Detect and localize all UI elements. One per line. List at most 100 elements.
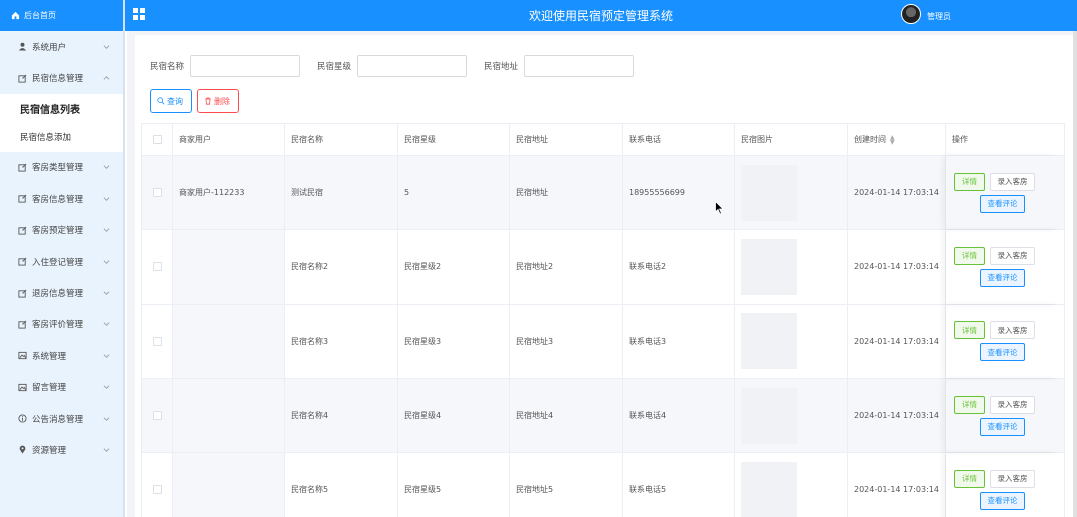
info-icon <box>17 414 27 424</box>
detail-button[interactable]: 详情 <box>954 172 985 191</box>
row-checkbox[interactable] <box>152 485 162 495</box>
search-icon <box>157 97 165 105</box>
cell-name: 测试民宿 <box>285 156 398 230</box>
edit-icon <box>17 319 27 329</box>
sidebar-item-checkin[interactable]: 入住登记管理 <box>0 246 123 277</box>
enter-room-button[interactable]: 录入客房 <box>990 172 1035 191</box>
view-reviews-button[interactable]: 查看评论 <box>980 343 1025 362</box>
location-icon <box>17 445 27 455</box>
table-row: 民宿名称5 民宿星级5 民宿地址5 联系电话5 2024-01-14 17:03… <box>141 453 1065 517</box>
sidebar-subitem-label: 民宿信息添加 <box>20 133 72 144</box>
select-all-cell <box>142 124 173 155</box>
detail-button[interactable]: 详情 <box>954 469 985 488</box>
sort-icon[interactable]: ▲ ▼ <box>890 134 895 145</box>
edit-icon <box>17 257 27 267</box>
search-input-star[interactable] <box>357 55 468 77</box>
edit-icon <box>17 225 27 235</box>
view-reviews-button[interactable]: 查看评论 <box>980 268 1025 287</box>
sidebar-item-system-users[interactable]: 系统用户 <box>0 31 123 62</box>
image-icon <box>17 351 27 361</box>
sidebar-item-system[interactable]: 系统管理 <box>0 340 123 371</box>
sidebar: 后台首页 系统用户 民宿信息管理 民宿信息列表 民宿信息添加 客房类型管理 客房… <box>0 0 125 517</box>
cell-created: 2024-01-14 17:03:14 <box>848 453 946 517</box>
sidebar-item-label: 客房评价管理 <box>32 320 84 331</box>
chevron-down-icon <box>103 291 110 295</box>
detail-button[interactable]: 详情 <box>954 321 985 340</box>
select-all-checkbox[interactable] <box>152 135 162 144</box>
main-content: 民宿名称 民宿星级 民宿地址 查询 删除 商家用户 民宿名称 民宿星级 民宿地址… <box>127 31 1077 517</box>
sidebar-item-messages[interactable]: 留言管理 <box>0 372 123 403</box>
username-label[interactable]: 管理员 <box>927 11 951 22</box>
cell-picture <box>735 304 848 378</box>
cell-merchant <box>173 230 285 304</box>
sidebar-item-announcements[interactable]: 公告消息管理 <box>0 403 123 434</box>
row-checkbox[interactable] <box>152 262 162 272</box>
table-row: 民宿名称4 民宿星级4 民宿地址4 联系电话4 2024-01-14 17:03… <box>141 378 1065 454</box>
view-reviews-button[interactable]: 查看评论 <box>980 491 1025 510</box>
cell-name: 民宿名称5 <box>285 453 398 517</box>
cell-star: 民宿星级4 <box>398 378 510 453</box>
homestay-image <box>741 461 797 517</box>
chevron-down-icon <box>103 45 110 49</box>
edit-icon <box>17 73 27 83</box>
query-button[interactable]: 查询 <box>150 89 192 113</box>
sidebar-item-room-info[interactable]: 客房信息管理 <box>0 183 123 214</box>
cell-address: 民宿地址 <box>510 156 623 230</box>
avatar[interactable] <box>901 4 921 24</box>
column-header: 商家用户 <box>173 124 285 155</box>
sidebar-item-homestay-info[interactable]: 民宿信息管理 <box>0 62 123 93</box>
cell-phone: 联系电话3 <box>623 304 735 378</box>
row-checkbox[interactable] <box>152 411 162 421</box>
sidebar-home-label: 后台首页 <box>24 11 56 20</box>
search-bar: 民宿名称 民宿星级 民宿地址 <box>150 55 651 77</box>
homestay-table: 商家用户 民宿名称 民宿星级 民宿地址 联系电话 民宿图片 创建时间 ▲ ▼ 操作… <box>141 123 1065 517</box>
detail-button[interactable]: 详情 <box>954 395 985 414</box>
search-input-address[interactable] <box>524 55 635 77</box>
search-label-address: 民宿地址 <box>484 62 519 72</box>
sidebar-item-room-type[interactable]: 客房类型管理 <box>0 152 123 183</box>
chevron-down-icon <box>103 228 110 233</box>
row-checkbox[interactable] <box>152 336 162 346</box>
search-input-name[interactable] <box>190 55 301 77</box>
sidebar-item-label: 资源管理 <box>32 445 67 456</box>
cell-created: 2024-01-14 17:03:14 <box>848 230 946 304</box>
cell-merchant: 商家用户-112233 <box>173 156 285 230</box>
mouse-cursor-icon <box>715 201 724 215</box>
detail-button[interactable]: 详情 <box>954 246 985 265</box>
image-icon <box>17 382 27 392</box>
row-checkbox[interactable] <box>152 188 162 198</box>
cell-merchant <box>173 378 285 453</box>
column-header: 联系电话 <box>623 124 735 155</box>
enter-room-button[interactable]: 录入客房 <box>990 395 1035 414</box>
sidebar-subitem-homestay-list[interactable]: 民宿信息列表 <box>0 93 123 123</box>
sidebar-item-room-booking[interactable]: 客房预定管理 <box>0 215 123 246</box>
cell-picture <box>735 230 848 304</box>
view-reviews-button[interactable]: 查看评论 <box>980 417 1025 436</box>
cell-merchant <box>173 304 285 378</box>
sidebar-subitem-homestay-add[interactable]: 民宿信息添加 <box>0 122 123 152</box>
chevron-up-icon <box>103 76 110 80</box>
edit-icon <box>17 194 27 204</box>
cell-star: 民宿星级3 <box>398 304 510 378</box>
enter-room-button[interactable]: 录入客房 <box>990 246 1035 265</box>
enter-room-button[interactable]: 录入客房 <box>990 321 1035 340</box>
view-reviews-button[interactable]: 查看评论 <box>980 194 1025 213</box>
sidebar-item-checkout[interactable]: 退房信息管理 <box>0 277 123 308</box>
sidebar-home-link[interactable]: 后台首页 <box>0 0 123 31</box>
sidebar-item-resources[interactable]: 资源管理 <box>0 434 123 465</box>
row-select-cell <box>142 304 173 378</box>
cell-actions: 详情 录入客房 查看评论 <box>946 453 1058 517</box>
enter-room-button[interactable]: 录入客房 <box>990 469 1035 488</box>
top-header: 欢迎使用民宿预定管理系统 管理员 <box>125 0 1077 31</box>
home-icon <box>11 11 20 20</box>
cell-address: 民宿地址4 <box>510 378 623 453</box>
delete-button[interactable]: 删除 <box>197 89 239 113</box>
cell-actions: 详情 录入客房 查看评论 <box>946 230 1058 303</box>
cell-actions: 详情 录入客房 查看评论 <box>946 379 1058 452</box>
sidebar-item-room-review[interactable]: 客房评价管理 <box>0 309 123 340</box>
vertical-scrollbar[interactable] <box>1073 31 1077 517</box>
edit-icon <box>17 288 27 298</box>
column-header: 民宿图片 <box>735 124 848 155</box>
column-header-created[interactable]: 创建时间 ▲ ▼ <box>848 124 946 155</box>
sidebar-item-label: 入住登记管理 <box>32 257 84 268</box>
